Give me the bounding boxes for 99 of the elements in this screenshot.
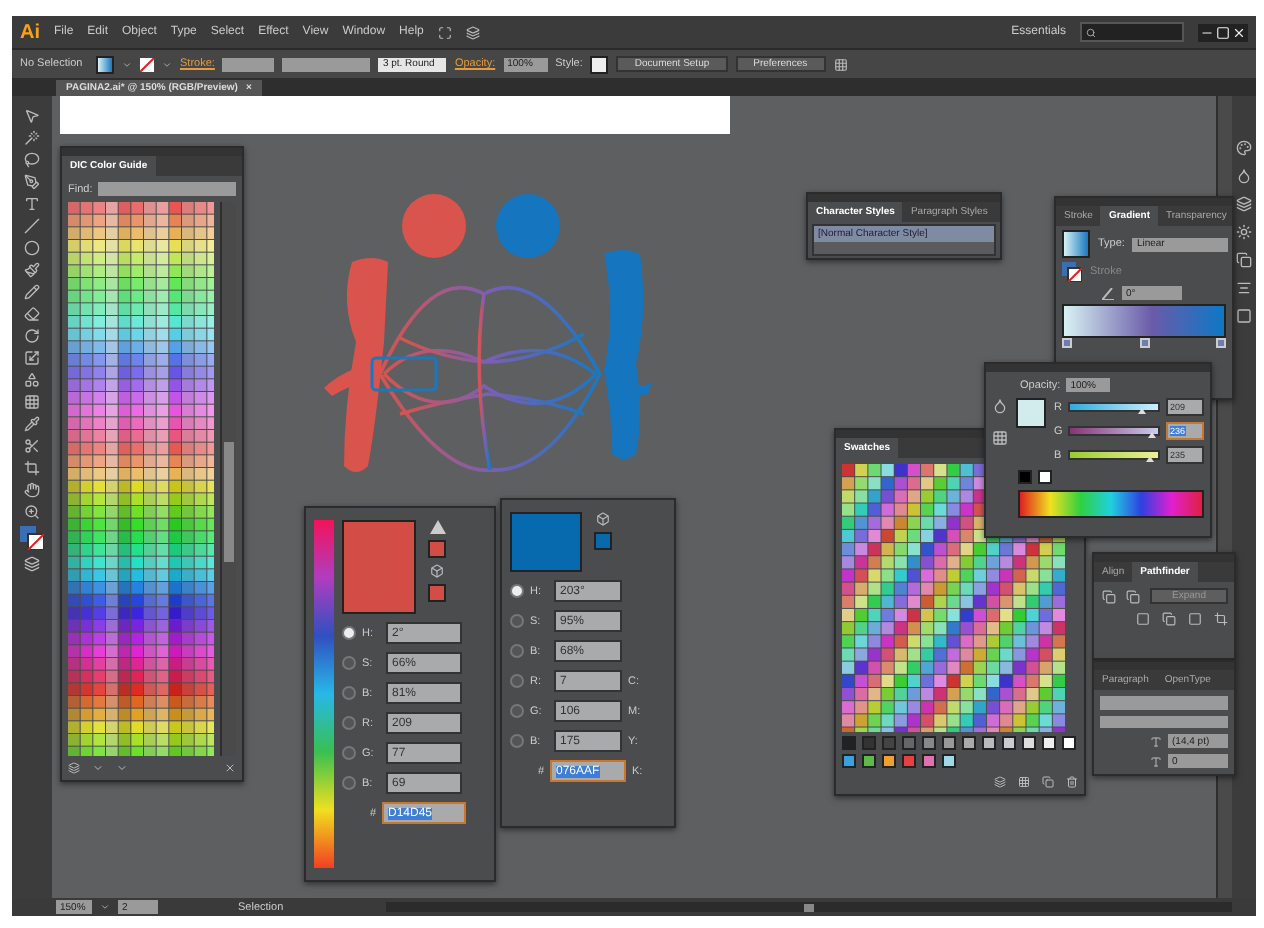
gamut-swatch[interactable] — [428, 540, 446, 558]
radio-button[interactable] — [342, 686, 356, 700]
crop-icon[interactable] — [24, 460, 40, 476]
type-icon[interactable] — [24, 196, 40, 212]
scrollbar-thumb[interactable] — [224, 442, 235, 562]
tint-swatch[interactable] — [942, 736, 956, 750]
palette-icon[interactable] — [1236, 140, 1252, 156]
gradient-stop-icon[interactable] — [1139, 338, 1149, 348]
tint-swatch[interactable] — [1002, 736, 1016, 750]
selection-arrow-icon[interactable] — [24, 108, 40, 124]
radio-button[interactable] — [342, 656, 356, 670]
app-logo: Ai — [20, 21, 40, 43]
stop-color-icon[interactable] — [992, 398, 1008, 414]
cube-icon[interactable] — [430, 564, 444, 578]
line-icon[interactable] — [24, 218, 40, 234]
swatch-grid-drawing[interactable] — [842, 464, 1066, 732]
color-group-swatch[interactable] — [862, 754, 876, 768]
caret-icon[interactable] — [162, 59, 172, 69]
swatch-grid-drawing[interactable] — [68, 202, 215, 756]
slider-thumb[interactable] — [1147, 432, 1156, 438]
fill-stroke-icon[interactable] — [1062, 262, 1082, 282]
caret-icon[interactable] — [100, 902, 110, 912]
radio-button[interactable] — [510, 704, 524, 718]
lasso-icon[interactable] — [24, 152, 40, 168]
tint-swatch[interactable] — [982, 736, 996, 750]
radio-button[interactable] — [342, 776, 356, 790]
find-field[interactable] — [98, 182, 236, 196]
scale-icon[interactable] — [24, 350, 40, 366]
web-safe-swatch[interactable] — [428, 584, 446, 602]
crop-icon[interactable] — [1214, 612, 1228, 626]
radio-button[interactable] — [342, 626, 356, 640]
radio-button[interactable] — [510, 584, 524, 598]
tint-swatch[interactable] — [962, 736, 976, 750]
color-group-swatch[interactable] — [902, 754, 916, 768]
eraser-icon[interactable] — [24, 306, 40, 322]
pencil-icon[interactable] — [24, 284, 40, 300]
fill-swatch[interactable] — [96, 55, 114, 73]
maximize-icon[interactable] — [1216, 25, 1230, 39]
color-group-swatch[interactable] — [942, 754, 956, 768]
brush-icon[interactable] — [24, 262, 40, 278]
color-spectrum[interactable] — [314, 520, 334, 868]
tint-swatch[interactable] — [1042, 736, 1056, 750]
radio-button[interactable] — [510, 674, 524, 688]
stroke-weight-field[interactable] — [222, 57, 275, 71]
radio-button[interactable] — [342, 716, 356, 730]
copy-icon[interactable] — [1236, 252, 1252, 268]
gradient-swatch[interactable] — [1062, 230, 1090, 258]
swatches-icon[interactable] — [992, 430, 1008, 446]
eyedropper-icon[interactable] — [24, 416, 40, 432]
radio-button[interactable] — [510, 734, 524, 748]
zoom-icon[interactable] — [24, 504, 40, 520]
no-stroke-icon[interactable] — [140, 57, 154, 71]
frame-icon[interactable] — [437, 25, 452, 39]
tint-swatch[interactable] — [842, 736, 856, 750]
ellipse-icon[interactable] — [24, 240, 40, 256]
radio-button[interactable] — [342, 746, 356, 760]
color-group-swatch[interactable] — [922, 754, 936, 768]
tint-swatch[interactable] — [862, 736, 876, 750]
color-swatch — [1016, 398, 1046, 428]
tint-swatch[interactable] — [1062, 736, 1076, 750]
search-icon[interactable] — [1086, 27, 1096, 37]
search-field[interactable] — [1080, 22, 1184, 42]
warning-icon — [429, 520, 445, 534]
square-icon[interactable] — [1236, 308, 1252, 324]
tint-swatch[interactable] — [882, 736, 896, 750]
tint-swatch[interactable] — [1022, 736, 1036, 750]
color-group-swatch[interactable] — [882, 754, 896, 768]
droplet-icon[interactable] — [1236, 168, 1252, 184]
style-dropdown[interactable] — [1100, 715, 1228, 728]
caret-icon[interactable] — [122, 59, 132, 69]
delete-icon[interactable] — [1066, 776, 1078, 788]
preset-swatch[interactable] — [1018, 470, 1032, 484]
wand-icon[interactable] — [24, 130, 40, 146]
tint-swatch[interactable] — [902, 736, 916, 750]
variable-width-field[interactable] — [282, 57, 371, 71]
mesh-grid-icon[interactable] — [24, 394, 40, 410]
rotate-icon[interactable] — [24, 328, 40, 344]
slider-thumb[interactable] — [1146, 456, 1155, 462]
fill-stroke-icon[interactable] — [20, 526, 44, 550]
style-swatch[interactable] — [590, 55, 609, 73]
align-icon[interactable] — [1236, 280, 1252, 296]
spectrum-ramp[interactable] — [1018, 490, 1204, 518]
radio-button[interactable] — [510, 644, 524, 658]
radio-button[interactable] — [510, 614, 524, 628]
color-group-swatch[interactable] — [842, 754, 856, 768]
scrollbar-thumb[interactable] — [804, 903, 814, 911]
hand-icon[interactable] — [24, 482, 40, 498]
web-safe-swatch[interactable] — [594, 532, 612, 550]
angle-icon — [1102, 287, 1114, 299]
close-icon[interactable] — [1232, 25, 1246, 39]
layers-icon[interactable] — [1236, 196, 1252, 212]
pen-icon[interactable] — [24, 174, 40, 190]
scissors-icon[interactable] — [24, 438, 40, 454]
slider-thumb[interactable] — [1138, 408, 1147, 414]
preset-swatch[interactable] — [1038, 470, 1052, 484]
tint-swatch[interactable] — [922, 736, 936, 750]
shapes-icon[interactable] — [24, 372, 40, 388]
sun-icon[interactable] — [1236, 224, 1252, 240]
cube-icon[interactable] — [596, 512, 610, 526]
